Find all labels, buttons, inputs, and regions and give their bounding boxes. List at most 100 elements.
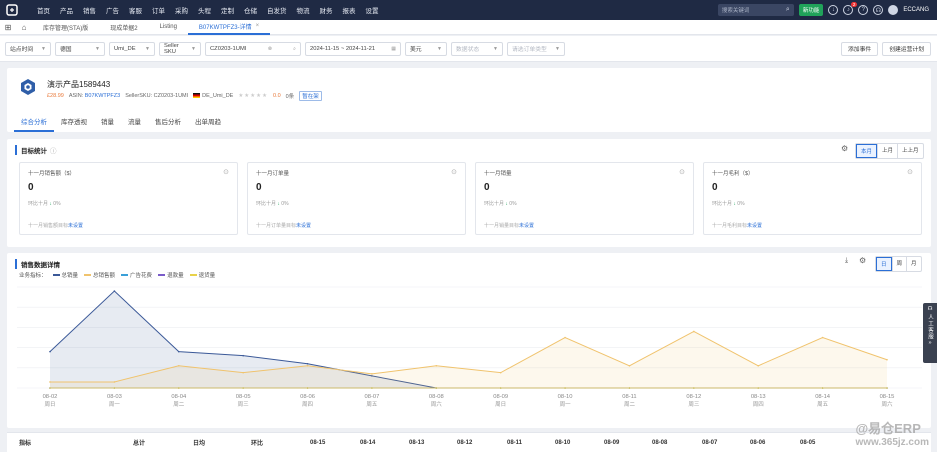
user-name[interactable]: ECCANG	[903, 7, 929, 13]
new-feature-button[interactable]: 新功能	[798, 4, 824, 16]
grid-menu-icon[interactable]: ⊞	[0, 23, 16, 32]
download-icon[interactable]: ↓	[828, 5, 839, 15]
data-point[interactable]	[242, 371, 244, 374]
set-target-link[interactable]: 未设置	[68, 223, 83, 229]
data-point[interactable]	[564, 336, 566, 339]
nav-item[interactable]: 物流	[292, 5, 315, 15]
info-icon[interactable]: ⊙	[451, 168, 457, 176]
analysis-tab[interactable]: 销量	[94, 112, 121, 132]
nav-item[interactable]: 销售	[78, 5, 101, 15]
analysis-tab[interactable]: 售后分析	[148, 112, 188, 132]
table-column-header[interactable]: 日均	[193, 438, 205, 447]
nav-item[interactable]: 首页	[32, 5, 55, 15]
close-icon[interactable]: ×	[256, 23, 260, 29]
data-point[interactable]	[113, 387, 116, 389]
nav-item[interactable]: 客服	[124, 5, 147, 15]
analysis-tab[interactable]: 出单周趋	[188, 112, 228, 132]
table-column-header[interactable]: 指标	[19, 438, 31, 447]
data-point[interactable]	[177, 364, 180, 367]
nav-item[interactable]: 定制	[216, 5, 239, 15]
clear-icon[interactable]: ⊗	[264, 46, 272, 52]
tab-item[interactable]: 库存管理(STA)版	[32, 20, 99, 35]
data-point[interactable]	[242, 387, 244, 389]
data-point[interactable]	[821, 387, 824, 389]
data-point[interactable]	[371, 373, 373, 375]
help-icon[interactable]: ⓘ	[50, 148, 57, 155]
data-point[interactable]	[177, 387, 180, 389]
set-target-link[interactable]: 未设置	[519, 223, 534, 229]
data-point[interactable]	[306, 364, 309, 367]
headset-icon[interactable]: ☊	[873, 5, 884, 15]
data-point[interactable]	[628, 387, 631, 389]
status-select[interactable]: 数据状态 ▼	[451, 41, 503, 56]
gear-icon[interactable]: ⚙	[841, 144, 848, 153]
add-event-button[interactable]: 添加事件	[841, 41, 879, 56]
table-column-header[interactable]: 总计	[133, 438, 145, 447]
search-icon[interactable]: ⌕	[289, 46, 296, 52]
date-range-picker[interactable]: 2024-11-15 ~ 2024-11-21 ▦	[305, 41, 401, 56]
period-option[interactable]: 本月	[856, 144, 878, 158]
help-icon[interactable]: ?	[858, 5, 869, 15]
nav-item[interactable]: 报表	[338, 5, 361, 15]
data-point[interactable]	[757, 387, 760, 389]
search-icon[interactable]: ⌕	[786, 6, 790, 14]
info-icon[interactable]: ⊙	[223, 168, 229, 176]
currency-select[interactable]: 美元 ▼	[405, 41, 447, 56]
set-target-link[interactable]: 未设置	[747, 223, 762, 229]
data-point[interactable]	[177, 350, 180, 353]
data-point[interactable]	[693, 330, 695, 333]
data-point[interactable]	[113, 381, 116, 383]
nav-item[interactable]: 采购	[170, 5, 193, 15]
nav-item[interactable]: 订单	[147, 5, 170, 15]
data-point[interactable]	[757, 364, 760, 367]
asin-link[interactable]: B07KWTPFZ3	[85, 93, 120, 99]
order-type-select[interactable]: 请选订单类型 ▼	[507, 41, 565, 56]
customer-service-float[interactable]: ☊ 人工客服 »	[923, 303, 937, 363]
home-icon[interactable]: ⌂	[16, 23, 32, 32]
period-option[interactable]: 上月	[877, 144, 897, 158]
shop-select[interactable]: Umi_DE ▼	[109, 41, 155, 56]
table-column-header[interactable]: 环比	[251, 438, 263, 447]
data-point[interactable]	[499, 387, 502, 389]
set-target-link[interactable]: 未设置	[296, 223, 311, 229]
data-point[interactable]	[242, 354, 244, 357]
country-select[interactable]: 德国 ▼	[55, 41, 105, 56]
data-point[interactable]	[371, 387, 373, 389]
data-point[interactable]	[886, 358, 888, 361]
nav-item[interactable]: 仓储	[239, 5, 262, 15]
nav-item[interactable]: 头程	[193, 5, 216, 15]
data-point[interactable]	[821, 336, 824, 339]
analysis-tab[interactable]: 流量	[121, 112, 148, 132]
data-point[interactable]	[886, 387, 888, 389]
avatar[interactable]	[888, 5, 899, 15]
time-type-select[interactable]: 站点时间 ▼	[5, 41, 51, 56]
data-point[interactable]	[49, 381, 51, 383]
nav-item[interactable]: 自发货	[262, 5, 292, 15]
info-icon[interactable]: ⊙	[679, 168, 685, 176]
sku-type-select[interactable]: Seller SKU ▼	[159, 41, 201, 56]
data-point[interactable]	[564, 387, 566, 389]
data-point[interactable]	[113, 290, 116, 292]
nav-item[interactable]: 财务	[315, 5, 338, 15]
analysis-tab[interactable]: 库存透视	[54, 112, 94, 132]
data-point[interactable]	[435, 364, 438, 367]
data-point[interactable]	[435, 387, 438, 389]
logo-icon[interactable]	[0, 0, 24, 20]
bell-icon[interactable]: ♪ 2	[843, 2, 858, 15]
tab-item[interactable]: 现成单据2	[99, 20, 148, 35]
nav-item[interactable]: 广告	[101, 5, 124, 15]
data-point[interactable]	[306, 362, 309, 365]
tab-item[interactable]: Listing	[149, 20, 188, 35]
nav-item[interactable]: 产品	[55, 5, 78, 15]
global-search[interactable]: 搜索关键词 ⌕	[717, 4, 794, 16]
period-option[interactable]: 上上月	[897, 144, 923, 158]
info-icon[interactable]: ⊙	[907, 168, 913, 176]
data-point[interactable]	[49, 350, 51, 353]
create-plan-button[interactable]: 创建运营计划	[882, 41, 931, 56]
sku-input[interactable]: CZ0203-1UMI ⊗ ⌕	[205, 41, 301, 56]
data-point[interactable]	[499, 371, 502, 374]
data-point[interactable]	[693, 387, 695, 389]
data-point[interactable]	[49, 387, 51, 389]
data-point[interactable]	[306, 387, 309, 389]
nav-item[interactable]: 设置	[361, 5, 384, 15]
